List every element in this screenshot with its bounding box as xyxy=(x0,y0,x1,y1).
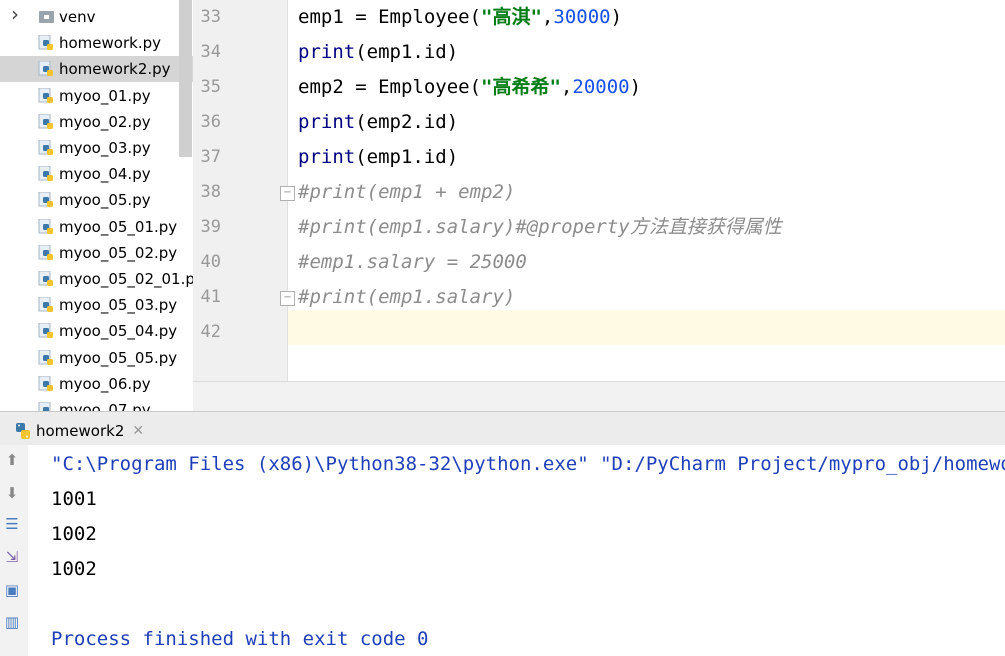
python-file-icon xyxy=(38,61,53,77)
console-output-line: 1002 xyxy=(51,558,97,580)
down-arrow-icon[interactable]: ⬇ xyxy=(2,483,22,503)
caret-line-highlight xyxy=(288,310,1005,345)
run-tab-bar: homework2 ✕ xyxy=(0,411,1005,446)
tree-item-label: myoo_07.py xyxy=(59,401,151,411)
line-gutter: 33 34 35 36 37 38 39 40 41 42 xyxy=(193,0,288,381)
close-icon[interactable]: ✕ xyxy=(132,423,144,439)
python-file-icon xyxy=(38,271,53,286)
code-line[interactable]: print(emp2.id) xyxy=(298,105,458,140)
tree-scrollbar[interactable] xyxy=(179,0,192,157)
tree-item[interactable]: myoo_05_05.py xyxy=(0,345,193,371)
line-number: 35 xyxy=(200,77,221,97)
code-editor[interactable]: 33 34 35 36 37 38 39 40 41 42 emp1 = Employee("高淇… xyxy=(193,0,1005,381)
line-number: 42 xyxy=(200,322,221,342)
fold-marker-icon[interactable]: − xyxy=(280,186,295,201)
tree-item-label: myoo_01.py xyxy=(59,86,151,105)
tree-item-label: myoo_02.py xyxy=(59,112,151,131)
tree-item-label: homework2.py xyxy=(59,60,171,79)
line-number: 40 xyxy=(200,252,221,272)
tree-item-label: homework.py xyxy=(59,34,161,53)
tree-item-label: myoo_05_02_01.py xyxy=(59,270,193,288)
trash-icon[interactable]: ▥ xyxy=(2,612,22,632)
code-line[interactable]: #emp1.salary = 25000 xyxy=(298,245,527,280)
python-file-icon xyxy=(38,402,51,411)
tree-item[interactable]: myoo_05.py xyxy=(0,187,193,213)
python-file-icon xyxy=(38,35,53,51)
python-file-icon xyxy=(38,166,53,182)
python-file-icon xyxy=(38,87,53,103)
console-exit-message: Process finished with exit code 0 xyxy=(51,628,429,650)
python-file-icon xyxy=(38,375,53,391)
tree-item-label: myoo_03.py xyxy=(59,139,151,157)
tree-item[interactable]: homework.py xyxy=(0,30,193,56)
tree-item-label: myoo_04.py xyxy=(59,165,151,184)
line-number: 34 xyxy=(200,42,221,62)
tree-item-label: myoo_05.py xyxy=(59,191,151,210)
tree-item-label: myoo_05_03.py xyxy=(59,296,178,315)
console-output-line: 1002 xyxy=(51,523,97,545)
tree-item[interactable]: myoo_07.py xyxy=(0,397,193,411)
python-file-icon xyxy=(38,297,53,313)
tree-item[interactable]: myoo_03.py xyxy=(0,135,193,161)
line-number: 33 xyxy=(200,7,221,27)
scroll-to-end-icon[interactable]: ⇲ xyxy=(2,547,22,567)
up-arrow-icon[interactable]: ⬆ xyxy=(2,450,22,470)
tree-item[interactable]: myoo_02.py xyxy=(0,109,193,135)
run-console[interactable]: "C:\Program Files (x86)\Python38-32\pyth… xyxy=(28,445,1005,656)
python-file-icon xyxy=(38,140,53,155)
tree-item-label: myoo_05_01.py xyxy=(59,217,178,236)
tree-item-label: myoo_05_02.py xyxy=(59,243,178,262)
folder-icon xyxy=(39,11,54,23)
line-number: 38 xyxy=(200,182,221,202)
python-file-icon xyxy=(38,113,53,129)
line-number: 37 xyxy=(200,147,221,167)
tree-item[interactable]: homework2.py xyxy=(0,56,193,83)
tree-item[interactable]: myoo_05_02.py xyxy=(0,240,193,266)
chevron-right-icon[interactable]: › xyxy=(11,2,19,26)
run-toolbar: ⬆ ⬇ ☰ ⇲ ▣ ▥ xyxy=(0,445,29,656)
console-command-line[interactable]: "C:\Program Files (x86)\Python38-32\pyth… xyxy=(51,447,1005,482)
code-line[interactable]: #print(emp1.salary) xyxy=(298,280,515,315)
line-number: 41 xyxy=(200,287,221,307)
editor-scroll-area xyxy=(193,381,1005,412)
tree-item[interactable]: myoo_06.py xyxy=(0,371,193,397)
run-tab-label: homework2 xyxy=(36,422,125,440)
tree-item[interactable]: myoo_05_04.py xyxy=(0,318,193,344)
line-number: 39 xyxy=(200,217,221,237)
tree-item[interactable]: myoo_01.py xyxy=(0,83,193,109)
console-output-line: 1001 xyxy=(51,488,97,510)
fold-marker-icon[interactable]: − xyxy=(280,291,295,306)
tree-item[interactable]: myoo_05_01.py xyxy=(0,214,193,240)
tree-item-label: myoo_06.py xyxy=(59,374,151,393)
code-line[interactable]: print(emp1.id) xyxy=(298,140,458,175)
soft-wrap-icon[interactable]: ☰ xyxy=(2,514,22,534)
python-file-icon xyxy=(38,323,53,339)
tree-item[interactable]: myoo_05_02_01.py xyxy=(0,266,193,292)
run-tab-homework2[interactable]: homework2 ✕ xyxy=(8,416,153,446)
python-file-icon xyxy=(38,218,53,234)
tree-item[interactable]: › venv xyxy=(0,2,193,30)
tree-item-label: myoo_05_04.py xyxy=(59,322,178,341)
python-icon xyxy=(16,423,30,439)
code-line[interactable]: print(emp1.id) xyxy=(298,35,458,70)
python-file-icon xyxy=(38,244,53,260)
python-file-icon xyxy=(38,192,53,208)
code-line[interactable]: emp1 = Employee("高淇",30000) xyxy=(298,0,622,35)
line-number: 36 xyxy=(200,112,221,132)
print-icon[interactable]: ▣ xyxy=(2,580,22,600)
code-line[interactable]: emp2 = Employee("高希希",20000) xyxy=(298,70,641,105)
tree-item-label: myoo_05_05.py xyxy=(59,348,178,367)
project-tree: › venv homework.py homework2.py myoo_01.pymy… xyxy=(0,0,193,411)
tree-item-label: venv xyxy=(59,8,96,26)
tree-item[interactable]: myoo_05_03.py xyxy=(0,292,193,318)
tree-item[interactable]: myoo_04.py xyxy=(0,161,193,187)
python-file-icon xyxy=(38,349,53,365)
code-line[interactable]: #print(emp1.salary)#@property方法直接获得属性 xyxy=(298,210,782,245)
code-line[interactable]: #print(emp1 + emp2) xyxy=(298,175,515,210)
